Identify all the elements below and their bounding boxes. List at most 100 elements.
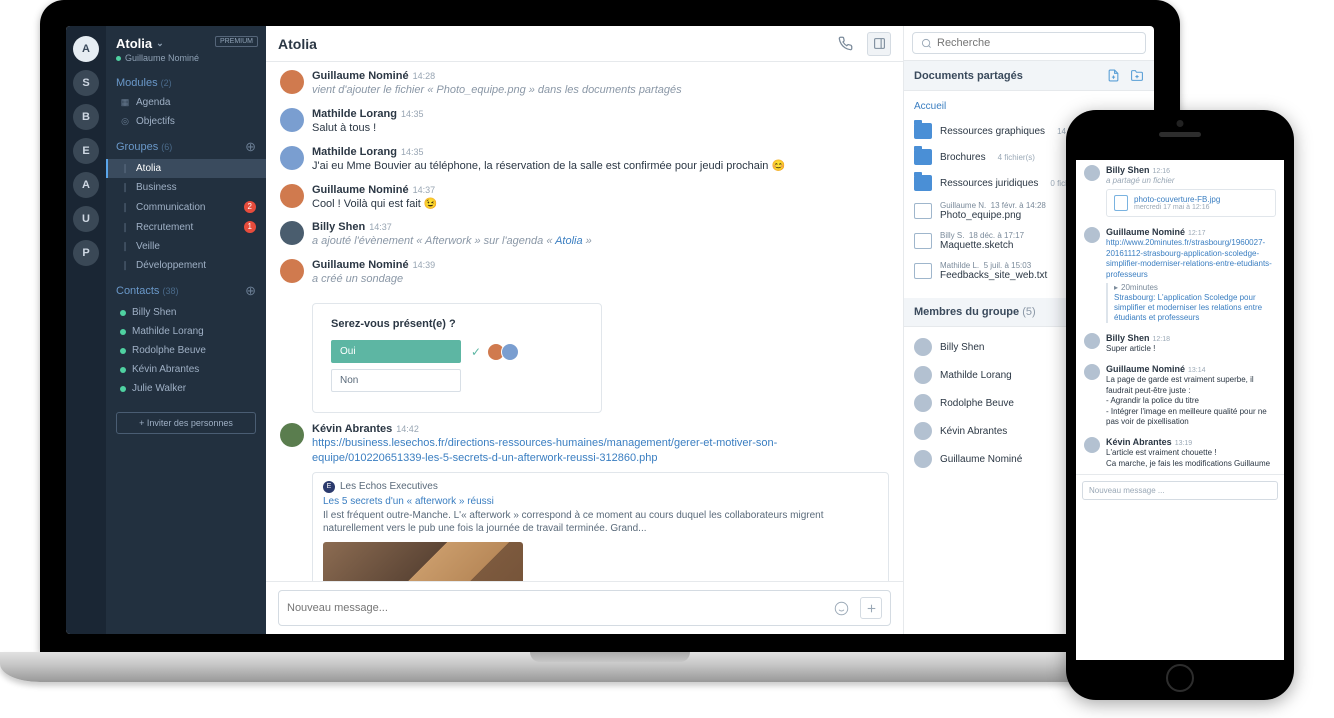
poll-option[interactable]: Non [331, 369, 461, 392]
message-text: Salut à tous ! [312, 121, 889, 136]
poll-message: Serez-vous présent(e) ?Oui✓Non [280, 297, 889, 413]
docs-header: Documents partagés [904, 61, 1154, 91]
workspace-avatar[interactable]: A [73, 36, 99, 62]
poll-question: Serez-vous présent(e) ? [331, 318, 583, 330]
avatar [280, 259, 304, 283]
contact-item[interactable]: Rodolphe Beuve [106, 341, 266, 360]
message: Mathilde Lorang 14:35 Salut à tous ! [280, 108, 889, 136]
poll-option[interactable]: Oui [331, 340, 461, 363]
add-contact-icon[interactable]: ⊕ [245, 283, 256, 299]
workspace-avatar[interactable]: E [73, 138, 99, 164]
author-name: Mathilde Lorang [312, 108, 397, 120]
workspace-rail: ASBEAUP [66, 26, 106, 634]
file-icon [914, 233, 932, 249]
avatar [280, 146, 304, 170]
group-icon: ❘ [120, 182, 130, 193]
message: Kévin Abrantes14:42https://business.lese… [280, 423, 889, 581]
group-item[interactable]: ❘Business [106, 178, 266, 197]
section-groups[interactable]: Groupes (6) ⊕ [106, 131, 266, 159]
author-name: Mathilde Lorang [312, 146, 397, 158]
message: Guillaume Nominé14:37Cool ! Voilà qui es… [280, 184, 889, 212]
timestamp: 14:35 [401, 109, 424, 119]
emoji-icon[interactable] [830, 597, 852, 619]
home-button[interactable] [1166, 664, 1194, 692]
presence-dot [120, 348, 126, 354]
link-preview[interactable]: ELes Echos ExecutivesLes 5 secrets d'un … [312, 472, 889, 581]
chevron-down-icon: ⌄ [156, 38, 164, 49]
shared-link[interactable]: https://business.lesechos.fr/directions-… [312, 437, 777, 464]
calendar-icon: ▦ [120, 97, 130, 108]
presence-dot [120, 386, 126, 392]
message-text: Cool ! Voilà qui est fait 😉 [312, 197, 889, 212]
workspace-avatar[interactable]: P [73, 240, 99, 266]
contact-item[interactable]: Kévin Abrantes [106, 360, 266, 379]
timestamp: 14:39 [413, 260, 436, 270]
file-attachment[interactable]: photo-couverture-FB.jpgmercredi 17 mai à… [1106, 189, 1276, 217]
section-contacts[interactable]: Contacts (38) ⊕ [106, 275, 266, 303]
author-name: Guillaume Nominé [312, 184, 409, 196]
sidebar: Atolia ⌄ PREMIUM Guillaume Nominé Module… [106, 26, 266, 634]
author-name: Guillaume Nominé [312, 70, 409, 82]
file-icon [914, 263, 932, 279]
contact-item[interactable]: Billy Shen [106, 303, 266, 322]
call-icon[interactable] [833, 32, 857, 56]
group-item[interactable]: ❘Communication2 [106, 197, 266, 217]
timestamp: 14:28 [413, 71, 436, 81]
voter-avatars [491, 343, 519, 361]
avatar [914, 394, 932, 412]
shared-link[interactable]: http://www.20minutes.fr/strasbourg/19600… [1106, 238, 1272, 278]
preview-image [323, 542, 523, 581]
file-icon [914, 203, 932, 219]
link-embed[interactable]: ▸20minutesStrasbourg: L'application Scol… [1106, 283, 1276, 323]
presence-dot [120, 367, 126, 373]
agenda-link[interactable]: Atolia [555, 235, 583, 247]
message: Guillaume Nominé14:39a créé un sondage [280, 259, 889, 287]
phone-message: Billy Shen12:16a partagé un fichierphoto… [1076, 160, 1284, 222]
avatar [914, 366, 932, 384]
contact-item[interactable]: Julie Walker [106, 379, 266, 398]
folder-icon [914, 123, 932, 139]
source-icon: ▸ [1114, 283, 1118, 292]
workspace-avatar[interactable]: S [73, 70, 99, 96]
module-item[interactable]: ▦Agenda [106, 93, 266, 112]
avatar [280, 70, 304, 94]
message: Billy Shen14:37a ajouté l'évènement « Af… [280, 221, 889, 249]
unread-badge: 2 [244, 201, 256, 213]
search-input[interactable] [937, 37, 1137, 49]
poll-card: Serez-vous présent(e) ?Oui✓Non [312, 303, 602, 413]
avatar [1084, 437, 1100, 453]
attach-icon[interactable] [860, 597, 882, 619]
group-item[interactable]: ❘Développement [106, 256, 266, 275]
invite-button[interactable]: + Inviter des personnes [116, 412, 256, 434]
search-icon [921, 38, 932, 49]
phone-message-input[interactable]: Nouveau message ... [1082, 481, 1278, 500]
message-text: a ajouté l'évènement « Afterwork » sur l… [312, 234, 889, 249]
workspace-avatar[interactable]: B [73, 104, 99, 130]
message-input[interactable] [287, 602, 822, 614]
image-file-icon [1114, 195, 1128, 211]
group-item[interactable]: ❘Recrutement1 [106, 217, 266, 237]
topbar: Atolia [266, 26, 903, 62]
module-item[interactable]: ◎Objectifs [106, 112, 266, 131]
message: Guillaume Nominé 14:28 vient d'ajouter le … [280, 70, 889, 98]
collapse-panel-icon[interactable] [867, 32, 891, 56]
group-item[interactable]: ❘Atolia [106, 159, 266, 178]
contact-item[interactable]: Mathilde Lorang [106, 322, 266, 341]
message-text: vient d'ajouter le fichier « Photo_equip… [312, 83, 889, 98]
source-icon: E [323, 481, 335, 493]
workspace-avatar[interactable]: A [73, 172, 99, 198]
channel-title: Atolia [278, 36, 823, 52]
add-group-icon[interactable]: ⊕ [245, 139, 256, 155]
laptop-frame: ASBEAUP Atolia ⌄ PREMIUM Guillaume Nomin… [40, 0, 1180, 682]
group-item[interactable]: ❘Veille [106, 237, 266, 256]
phone-message: Guillaume Nominé13:14La page de garde es… [1076, 359, 1284, 432]
new-folder-icon[interactable] [1130, 69, 1144, 82]
folder-icon [914, 149, 932, 165]
new-file-icon[interactable] [1107, 69, 1120, 82]
search-box[interactable] [912, 32, 1146, 54]
section-modules[interactable]: Modules (2) [106, 69, 266, 93]
workspace-avatar[interactable]: U [73, 206, 99, 232]
group-icon: ❘ [120, 260, 130, 271]
avatar [1084, 333, 1100, 349]
timestamp: 14:37 [369, 222, 392, 232]
